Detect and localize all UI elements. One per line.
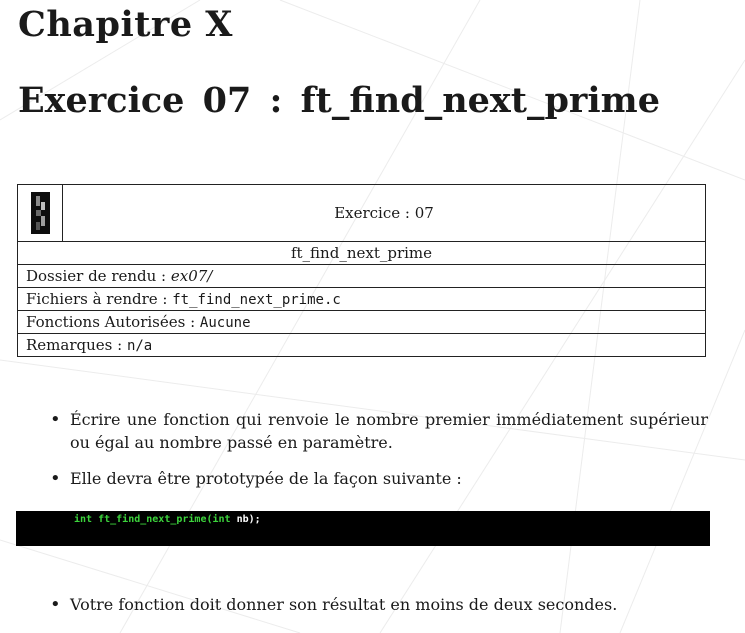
row-value: ex07/: [170, 267, 213, 285]
list-item: Écrire une fonction qui renvoie le nombr…: [48, 408, 708, 454]
table-header-row: Exercice : 07: [17, 184, 706, 242]
exercise-title: Exercice 07 : ft_find_next_prime: [18, 80, 660, 121]
table-row: ft_find_next_prime: [17, 241, 706, 265]
remarks-cell: Remarques : n/a: [17, 333, 706, 357]
exercise-info-table: Exercice : 07 ft_find_next_prime Dossier…: [17, 184, 706, 357]
files-cell: Fichiers à rendre : ft_find_next_prime.c: [17, 287, 706, 311]
school-logo: [30, 192, 50, 234]
row-value: Aucune: [199, 315, 251, 331]
list-item: Votre fonction doit donner son résultat …: [48, 593, 730, 616]
chapter-title: Chapitre X: [18, 4, 233, 45]
instructions-list: Écrire une fonction qui renvoie le nombr…: [48, 408, 708, 490]
logo-cell: [17, 184, 63, 242]
code-keyword: int: [212, 514, 231, 525]
table-row: Fichiers à rendre : ft_find_next_prime.c: [17, 287, 706, 311]
code-keyword: int: [74, 514, 93, 525]
row-label: Dossier de rendu :: [26, 267, 171, 285]
table-row: Dossier de rendu : ex07/: [17, 264, 706, 288]
code-prototype: int ft_find_next_prime(int nb);: [74, 514, 261, 525]
function-name-cell: ft_find_next_prime: [17, 241, 706, 265]
code-rest: nb);: [230, 514, 261, 525]
turnin-dir-cell: Dossier de rendu : ex07/: [17, 264, 706, 288]
row-value: n/a: [126, 338, 153, 354]
row-label: Fichiers à rendre :: [26, 290, 173, 308]
row-label: Fonctions Autorisées :: [26, 313, 200, 331]
code-function: ft_find_next_prime(: [98, 514, 213, 525]
list-item: Elle devra être prototypée de la façon s…: [48, 467, 708, 490]
exercise-number-cell: Exercice : 07: [62, 184, 706, 242]
row-label: Remarques :: [26, 336, 127, 354]
table-row: Remarques : n/a: [17, 333, 706, 357]
code-block: int ft_find_next_prime(int nb);: [16, 511, 710, 546]
row-value: ft_find_next_prime.c: [172, 292, 341, 308]
allowed-functions-cell: Fonctions Autorisées : Aucune: [17, 310, 706, 334]
table-row: Fonctions Autorisées : Aucune: [17, 310, 706, 334]
